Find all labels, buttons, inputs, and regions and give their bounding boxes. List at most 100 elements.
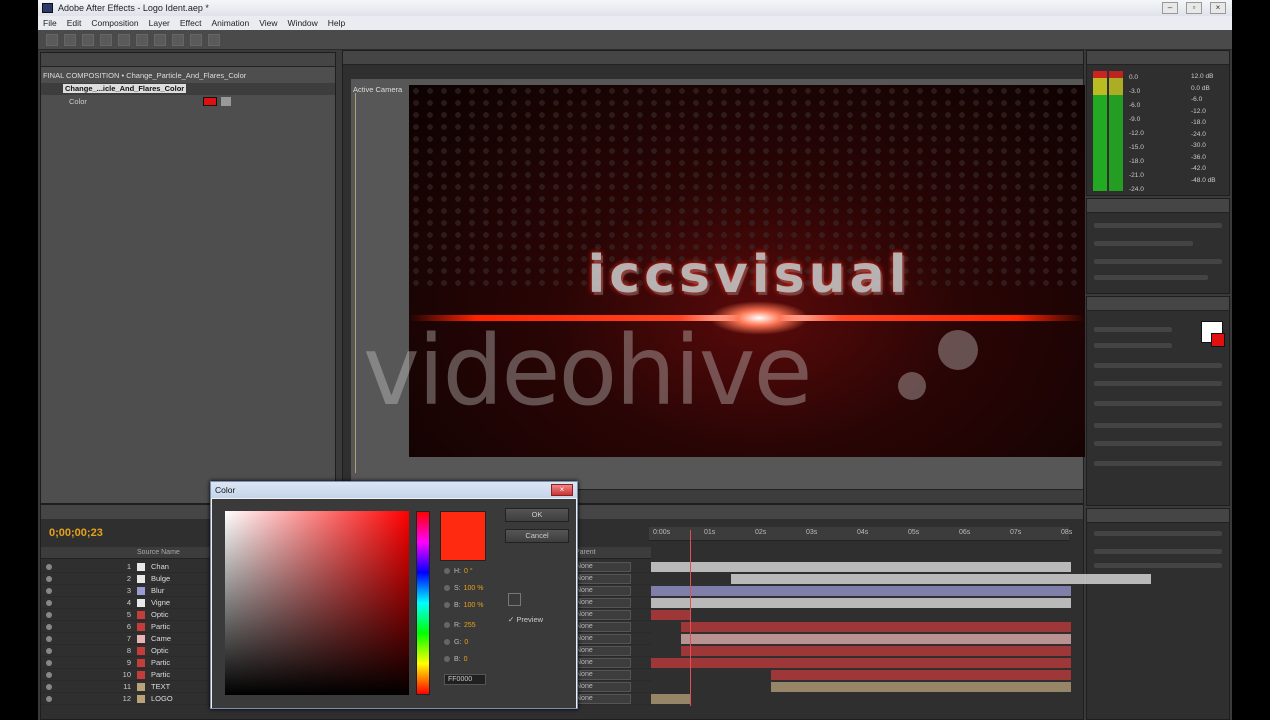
layer-label-color[interactable] [137,683,145,691]
saturation-brightness-field[interactable] [225,511,409,695]
layer-name[interactable]: Bulge [151,573,170,585]
layer-duration-bar[interactable] [651,610,691,620]
layer-duration-bar[interactable] [681,622,1071,632]
layer-label-color[interactable] [137,647,145,655]
preview-tab[interactable] [1087,199,1229,213]
menu-edit[interactable]: Edit [62,16,87,30]
parent-dropdown[interactable]: None [571,658,631,668]
color-swatch[interactable] [203,97,217,106]
visibility-eye-icon[interactable] [46,588,52,594]
stroke-color-swatch[interactable] [1211,333,1225,347]
saturation-field[interactable]: S: 100 % [444,583,483,595]
layer-label-color[interactable] [137,635,145,643]
layer-duration-bar[interactable] [651,598,1071,608]
layer-label-color[interactable] [137,563,145,571]
menu-view[interactable]: View [254,16,282,30]
source-name-header[interactable]: Source Name [137,547,180,559]
selection-tool-icon[interactable] [46,34,58,46]
parent-dropdown[interactable]: None [571,694,631,704]
layer-name[interactable]: Came [151,633,171,645]
visibility-eye-icon[interactable] [46,600,52,606]
parent-header[interactable]: Parent [575,547,596,559]
eyedropper-icon[interactable] [508,593,521,606]
visibility-eye-icon[interactable] [46,696,52,702]
timecode[interactable]: 0;00;00;23 [49,527,103,539]
menu-effect[interactable]: Effect [175,16,207,30]
pan-behind-tool-icon[interactable] [136,34,148,46]
effect-name[interactable]: Change_...icle_And_Flares_Color [63,84,187,93]
cancel-button[interactable]: Cancel [505,529,569,543]
parent-dropdown[interactable]: None [571,622,631,632]
mask-tool-icon[interactable] [154,34,166,46]
maximize-button[interactable]: ▫ [1186,2,1202,14]
menu-animation[interactable]: Animation [206,16,254,30]
layer-duration-bar[interactable] [681,634,1071,644]
parent-dropdown[interactable]: None [571,610,631,620]
comp-viewer[interactable]: Active Camera iccsvisual [351,79,1085,489]
audio-tab[interactable] [1087,51,1229,65]
layer-label-color[interactable] [137,611,145,619]
layer-duration-bar[interactable] [651,586,1071,596]
layer-name[interactable]: TEXT [151,681,170,693]
hue-slider[interactable] [416,511,430,695]
brush-tool-icon[interactable] [208,34,220,46]
parent-dropdown[interactable]: None [571,574,631,584]
hand-tool-icon[interactable] [64,34,76,46]
eyedropper-icon[interactable] [221,97,231,106]
menu-file[interactable]: File [38,16,62,30]
layer-name[interactable]: Vigne [151,597,170,609]
preview-checkbox[interactable]: ✓ Preview [508,615,543,624]
visibility-eye-icon[interactable] [46,672,52,678]
layer-duration-bar[interactable] [681,646,1071,656]
layer-label-color[interactable] [137,599,145,607]
pen-tool-icon[interactable] [172,34,184,46]
layer-name[interactable]: Partic [151,669,170,681]
layer-name[interactable]: Chan [151,561,169,573]
visibility-eye-icon[interactable] [46,636,52,642]
blue-field[interactable]: B: 0 [444,654,468,666]
layer-name[interactable]: LOGO [151,693,173,705]
layer-duration-bar[interactable] [651,562,1071,572]
layer-name[interactable]: Partic [151,657,170,669]
layer-label-color[interactable] [137,623,145,631]
character-tab[interactable] [1087,297,1229,311]
parent-dropdown[interactable]: None [571,586,631,596]
close-window-button[interactable]: × [1210,2,1226,14]
time-ruler[interactable]: 0:00s 01s 02s 03s 04s 05s 06s 07s 08s [649,527,1072,541]
minimize-button[interactable]: – [1162,2,1178,14]
effect-controls-tab[interactable] [41,53,335,67]
visibility-eye-icon[interactable] [46,648,52,654]
paragraph-tab[interactable] [1087,509,1229,523]
layer-duration-bar[interactable] [651,658,1071,668]
layer-label-color[interactable] [137,587,145,595]
layer-duration-bar[interactable] [731,574,1151,584]
brightness-field[interactable]: B: 100 % [444,600,483,612]
rotate-tool-icon[interactable] [100,34,112,46]
camera-tool-icon[interactable] [118,34,130,46]
menu-layer[interactable]: Layer [144,16,175,30]
menu-window[interactable]: Window [283,16,323,30]
layer-duration-bar[interactable] [651,694,691,704]
layer-duration-bar[interactable] [771,670,1071,680]
visibility-eye-icon[interactable] [46,576,52,582]
parent-dropdown[interactable]: None [571,598,631,608]
parent-dropdown[interactable]: None [571,682,631,692]
layer-label-color[interactable] [137,695,145,703]
layer-name[interactable]: Blur [151,585,164,597]
visibility-eye-icon[interactable] [46,684,52,690]
parent-dropdown[interactable]: None [571,646,631,656]
red-field[interactable]: R: 255 [444,620,476,632]
menu-composition[interactable]: Composition [86,16,143,30]
layer-name[interactable]: Partic [151,621,170,633]
layer-duration-bar[interactable] [771,682,1071,692]
parent-dropdown[interactable]: None [571,634,631,644]
visibility-eye-icon[interactable] [46,612,52,618]
ok-button[interactable]: OK [505,508,569,522]
hue-field[interactable]: H: 0 ° [444,566,473,578]
parent-dropdown[interactable]: None [571,670,631,680]
layer-label-color[interactable] [137,671,145,679]
hex-input[interactable]: FF0000 [444,674,486,685]
current-time-indicator[interactable] [690,530,691,706]
layer-label-color[interactable] [137,575,145,583]
visibility-eye-icon[interactable] [46,624,52,630]
